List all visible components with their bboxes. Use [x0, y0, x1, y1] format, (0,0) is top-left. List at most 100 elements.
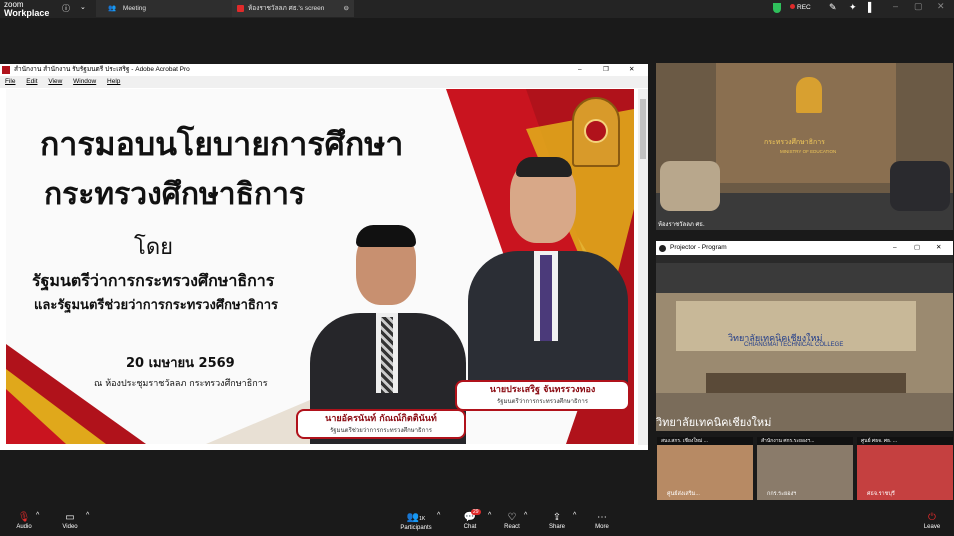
more-button[interactable]: ⋯ More — [590, 512, 614, 530]
leave-label: Leave — [923, 524, 941, 530]
menu-help[interactable]: Help — [107, 78, 120, 85]
menu-window[interactable]: Window — [73, 78, 96, 85]
thumbnail-3[interactable]: ศูนย์ ศธจ. ศธ. ... ศธจ.ราชบุรี — [857, 437, 953, 500]
video-label: Video — [62, 524, 78, 530]
projector-close-icon[interactable]: ✕ — [936, 241, 941, 255]
annotate-icon[interactable]: ✎ — [829, 2, 837, 13]
acrobat-restore-icon[interactable]: ❐ — [603, 64, 609, 76]
acrobat-titlebar: สำนักงาน สำนักงาน รับรัฐมนตรี ประเสริฐ -… — [0, 64, 648, 76]
leave-icon: ⏻ — [928, 512, 936, 523]
projector-label: วิทยาลัยเทคนิคเชียงใหม่ — [656, 416, 772, 429]
menu-view[interactable]: View — [48, 78, 62, 85]
info-icon[interactable]: ⓘ — [62, 3, 70, 14]
cam1-label: ห้องราชวัลลภ ศธ. — [658, 222, 705, 228]
projector-video[interactable]: วิทยาลัยเทคนิคเชียงใหม่ CHIANGMAI TECHNI… — [656, 263, 953, 431]
nameplate-deputy-minister: นายอัครนันท์ กัณณ์กิตตินันท์ รัฐมนตรีช่ว… — [296, 409, 466, 439]
record-dot-icon — [790, 4, 795, 9]
menu-edit[interactable]: Edit — [26, 78, 37, 85]
close-icon[interactable]: ✕ — [937, 1, 945, 12]
video-camera-icon: ▭ — [65, 512, 75, 523]
emblem-inner-icon — [584, 119, 608, 143]
slide-date: 20 เมษายน 2569 — [126, 356, 235, 371]
chat-options-chevron[interactable]: ^ — [488, 512, 491, 519]
thumb-1-top: สนง.สกร. เชียงใหม่ ... — [657, 437, 753, 445]
rec-label: REC — [797, 4, 811, 11]
maximize-icon[interactable]: ▢ — [914, 1, 923, 12]
more-options-icon[interactable]: ⊖ — [344, 0, 349, 17]
slide-subtitle-line1: รัฐมนตรีว่าการกระทรวงศึกษาธิการ — [32, 271, 275, 290]
room-emblem — [796, 77, 822, 113]
chat-button[interactable]: 💬 Chat 29 — [458, 509, 482, 530]
recording-indicator[interactable]: REC — [790, 4, 811, 11]
slide-title-line1: การมอบนโยบายการศึกษา — [40, 125, 404, 163]
share-button[interactable]: ⇪ Share — [545, 512, 569, 530]
college-ceiling — [656, 263, 953, 293]
projector-title: Projector - Program — [670, 244, 727, 251]
participants-button[interactable]: 👥1K Participants — [398, 512, 434, 531]
pdf-scrollbar[interactable] — [638, 89, 648, 445]
slide-location: ณ ห้องประชุมราชวัลลภ กระทรวงศึกษาธิการ — [94, 379, 268, 389]
people-left — [660, 161, 720, 211]
meeting-icon: 👥 — [108, 5, 117, 12]
college-table — [706, 373, 906, 393]
projector-minimize-icon[interactable]: – — [893, 241, 897, 255]
acrobat-minimize-icon[interactable]: – — [578, 64, 582, 76]
acrobat-title: สำนักงาน สำนักงาน รับรัฐมนตรี ประเสริฐ -… — [14, 66, 190, 73]
audio-options-chevron[interactable]: ^ — [36, 512, 39, 519]
audio-button[interactable]: 🎙 Audio — [12, 512, 36, 530]
thumb-3-top: ศูนย์ ศธจ. ศธ. ... — [857, 437, 953, 445]
thumb-3-label: ศธจ.ราชบุรี — [867, 491, 895, 497]
participants-icon: 👥1K — [406, 512, 426, 523]
chat-badge: 29 — [471, 509, 481, 515]
more-dots-icon: ⋯ — [597, 512, 607, 523]
deputy-role: รัฐมนตรีช่วยว่าการกระทรวงศึกษาธิการ — [330, 427, 432, 434]
leave-button[interactable]: ⏻ Leave — [920, 512, 944, 530]
deputy-name: นายอัครนันท์ กัณณ์กิตตินันท์ — [325, 414, 437, 424]
video-ministry-room[interactable]: กระทรวงศึกษาธิการ MINISTRY OF EDUCATION … — [656, 63, 953, 230]
thumb-2-label: กกร.ระยองฯ — [767, 491, 797, 497]
share-indicator-icon — [237, 5, 244, 12]
projector-logo-icon — [659, 245, 666, 252]
college-banner-en: CHIANGMAI TECHNICAL COLLEGE — [744, 342, 844, 348]
portrait-minister — [468, 157, 628, 391]
react-label: React — [504, 524, 520, 530]
audio-label: Audio — [16, 524, 32, 530]
react-options-chevron[interactable]: ^ — [524, 512, 527, 519]
acrobat-close-icon[interactable]: ✕ — [629, 64, 634, 76]
react-button[interactable]: ♡ React — [500, 512, 524, 530]
brand-workplace: Workplace — [4, 8, 50, 18]
video-options-chevron[interactable]: ^ — [86, 512, 89, 519]
pdf-page: การมอบนโยบายการศึกษา กระทรวงศึกษาธิการ โ… — [6, 89, 634, 444]
top-bar: zoom Workplace ⓘ ⌄ 👥 Meeting ห้องราชวัลล… — [0, 0, 954, 18]
tab-meeting[interactable]: 👥 Meeting — [96, 0, 232, 17]
thumbnail-1[interactable]: สนง.สกร. เชียงใหม่ ... ศูนย์ส่งเสริม... — [657, 437, 753, 500]
projector-maximize-icon[interactable]: ▢ — [914, 241, 920, 255]
share-options-chevron[interactable]: ^ — [573, 512, 576, 519]
slide-title-line2: กระทรวงศึกษาธิการ — [44, 177, 306, 212]
menu-file[interactable]: File — [5, 78, 15, 85]
shield-icon[interactable] — [773, 3, 781, 13]
share-screen-icon: ⇪ — [552, 512, 562, 523]
projector-window: Projector - Program – ▢ ✕ วิทยาลัยเทคนิค… — [656, 241, 953, 431]
slide-subtitle-line2: และรัฐมนตรีช่วยว่าการกระทรวงศึกษาธิการ — [34, 298, 278, 313]
more-label: More — [595, 524, 609, 530]
room-banner-en: MINISTRY OF EDUCATION — [780, 149, 837, 154]
mic-muted-icon: 🎙 — [17, 512, 31, 523]
tab-shared-screen[interactable]: ห้องราชวัลลภ ศธ.'s screen ⊖ — [232, 0, 354, 17]
apps-icon[interactable]: ✦ — [849, 2, 857, 13]
chat-label: Chat — [463, 524, 477, 530]
participants-options-chevron[interactable]: ^ — [437, 512, 440, 519]
video-button[interactable]: ▭ Video — [58, 512, 82, 530]
participants-count: 1K — [419, 516, 426, 522]
acrobat-menubar: File Edit View Window Help — [0, 76, 648, 88]
participants-label: Participants — [400, 525, 432, 531]
thumbnail-2[interactable]: สำนักงาน ศกร.ระยองฯ... กกร.ระยองฯ — [757, 437, 853, 500]
meeting-toolbar: 🎙 Audio ^ ▭ Video ^ 👥1K Participants ^ 💬… — [0, 508, 954, 536]
chevron-down-icon[interactable]: ⌄ — [80, 3, 86, 11]
slide-by: โดย — [134, 235, 173, 260]
tab-meeting-label: Meeting — [122, 5, 147, 12]
minimize-icon[interactable]: – — [893, 1, 898, 11]
layout-icon[interactable]: ▌ — [868, 2, 874, 12]
scroll-thumb[interactable] — [640, 99, 646, 159]
tab-screen-label: ห้องราชวัลลภ ศธ.'s screen — [248, 5, 325, 12]
